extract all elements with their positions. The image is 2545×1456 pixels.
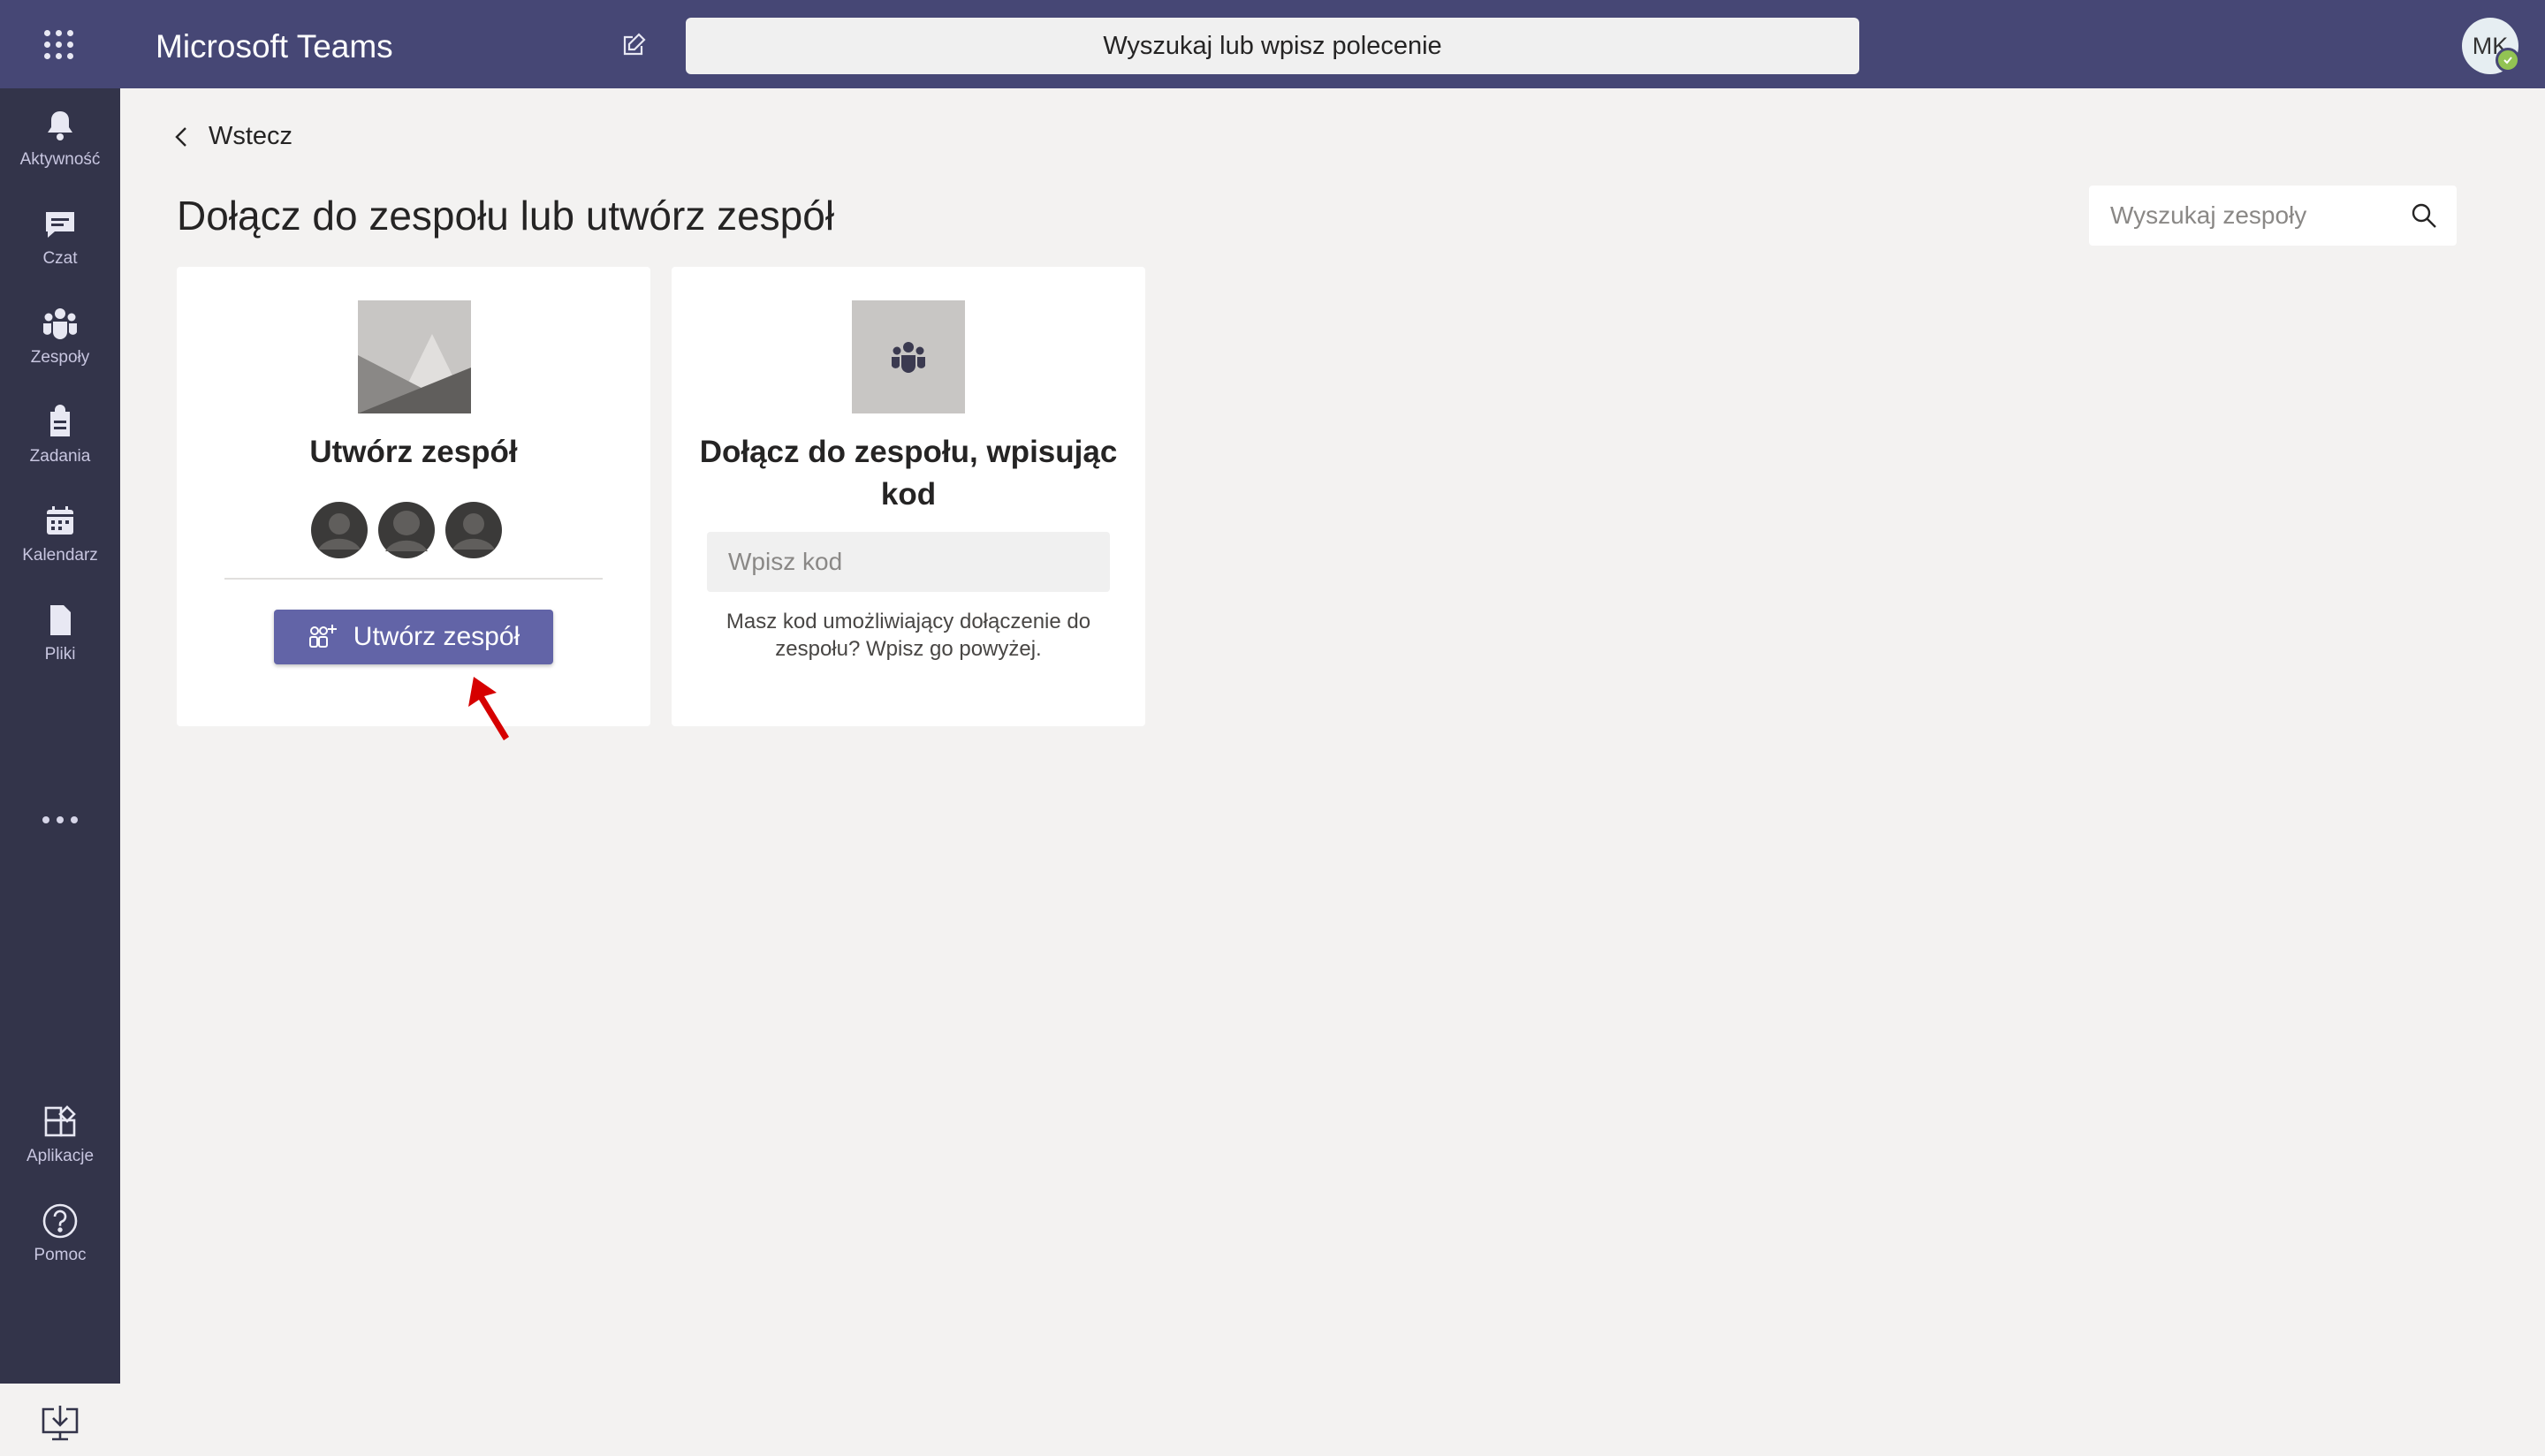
download-desktop-app-button[interactable] — [7, 1389, 113, 1456]
bell-icon — [41, 106, 80, 145]
teams-icon — [892, 342, 925, 373]
new-chat-icon[interactable] — [620, 32, 647, 58]
files-icon — [41, 601, 80, 640]
create-team-button[interactable]: Utwórz zespół — [274, 610, 553, 664]
rail-item-assignments[interactable]: Zadania — [0, 399, 120, 488]
rail-item-files[interactable]: Pliki — [0, 597, 120, 686]
divider — [224, 578, 603, 580]
member-avatars — [311, 502, 502, 558]
create-team-card: Utwórz zespół Utwórz zespół — [177, 267, 650, 726]
team-search-input[interactable] — [2108, 201, 2411, 231]
create-team-title: Utwórz zespół — [309, 435, 518, 469]
join-help-text: Masz kod umożliwiający dołączenie do zes… — [726, 610, 1091, 661]
rail-label: Kalendarz — [22, 546, 98, 565]
download-icon — [42, 1406, 79, 1441]
rail-label: Zespoły — [30, 348, 90, 367]
rail-item-activity[interactable]: Aktywność — [0, 102, 120, 191]
back-label: Wstecz — [209, 122, 293, 150]
status-available-icon — [2496, 48, 2520, 72]
teams-icon — [41, 304, 80, 343]
team-search-field[interactable] — [2089, 186, 2457, 246]
app-bar: Aktywność Czat Zespoły Zadania Kalendarz… — [0, 88, 120, 1456]
add-team-icon — [308, 625, 337, 648]
join-team-card: Dołącz do zespołu, wpisując kod Masz kod… — [672, 267, 1145, 726]
person-icon — [311, 502, 368, 558]
rail-label: Aktywność — [19, 150, 101, 169]
team-code-input[interactable] — [707, 532, 1110, 592]
annotation-arrow-icon — [468, 677, 509, 740]
create-team-button-label: Utwórz zespół — [353, 622, 520, 651]
person-icon — [445, 502, 502, 558]
app-title: Microsoft Teams — [156, 28, 393, 64]
team-image-placeholder-icon — [358, 300, 471, 413]
join-team-title: Dołącz do zespołu, wpisując kod — [699, 435, 1118, 512]
avatar[interactable]: MK — [2462, 18, 2520, 74]
search-input[interactable]: Wyszukaj lub wpisz polecenie — [686, 18, 1859, 74]
rail-item-help[interactable]: Pomoc — [0, 1198, 120, 1286]
chat-icon — [41, 205, 80, 244]
rail-item-chat[interactable]: Czat — [0, 201, 120, 290]
help-icon — [41, 1202, 80, 1240]
search-icon[interactable] — [2411, 202, 2437, 229]
rail-item-teams[interactable]: Zespoły — [0, 300, 120, 389]
rail-item-calendar[interactable]: Kalendarz — [0, 498, 120, 587]
chevron-left-icon — [175, 126, 186, 147]
rail-label: Czat — [42, 249, 78, 268]
person-icon — [378, 502, 435, 558]
more-apps-icon[interactable] — [0, 795, 120, 845]
top-bar: Microsoft Teams Wyszukaj lub wpisz polec… — [0, 0, 2545, 88]
back-link[interactable]: Wstecz — [173, 122, 292, 151]
calendar-icon — [41, 502, 80, 541]
rail-label: Pomoc — [34, 1246, 87, 1264]
app-launcher-icon[interactable] — [44, 30, 74, 60]
rail-label: Aplikacje — [26, 1147, 95, 1165]
rail-label: Zadania — [29, 447, 91, 466]
team-icon-tile — [852, 300, 965, 413]
page-title: Dołącz do zespołu lub utwórz zespół — [177, 193, 835, 239]
assignments-icon — [41, 403, 80, 442]
rail-label: Pliki — [44, 645, 76, 664]
apps-icon — [41, 1103, 80, 1141]
rail-item-apps[interactable]: Aplikacje — [0, 1099, 120, 1187]
